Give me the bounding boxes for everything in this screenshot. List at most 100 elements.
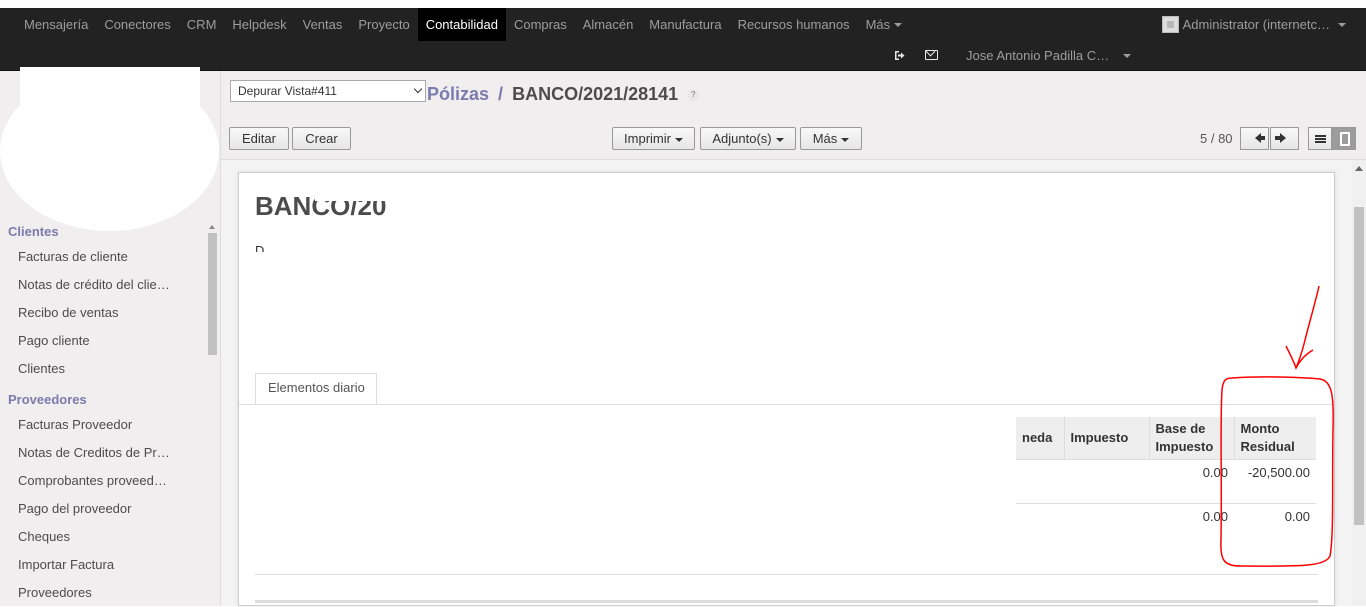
arrow-left-icon	[1254, 133, 1265, 143]
top-menu-item[interactable]: Helpdesk	[224, 8, 294, 41]
sidebar-item[interactable]: Pago cliente	[0, 327, 170, 355]
envelope-icon[interactable]	[925, 50, 938, 60]
breadcrumb-parent[interactable]: Pólizas	[427, 84, 489, 104]
scroll-up-icon[interactable]	[209, 225, 215, 229]
list-icon	[1315, 135, 1326, 143]
main-scrollbar[interactable]	[1352, 160, 1366, 606]
column-header[interactable]: Impuesto	[1063, 417, 1149, 459]
chevron-down-icon	[1338, 22, 1346, 27]
table-cell: 0.00	[1234, 502, 1316, 547]
sidebar-menu: Clientes Facturas de cliente Notas de créd…	[0, 219, 207, 607]
column-header[interactable]: Base de Impuesto	[1148, 417, 1234, 459]
table-cell	[1064, 458, 1149, 503]
top-menu-item[interactable]: Manufactura	[641, 8, 729, 41]
table-cell	[1064, 502, 1149, 547]
sidebar-item[interactable]: Cheques	[0, 523, 170, 551]
top-menu-item[interactable]: Ventas	[295, 8, 351, 41]
breadcrumb-current: BANCO/2021/28141	[512, 84, 679, 104]
table-cell: 0.00	[1149, 502, 1234, 547]
tab-journal-items[interactable]: Elementos diario	[255, 373, 377, 405]
sidebar-section-title[interactable]: Proveedores	[0, 389, 207, 411]
more-button[interactable]: Más	[800, 127, 862, 150]
column-header[interactable]: Monto Residual	[1233, 417, 1316, 459]
attachments-label: Adjunto(s)	[712, 131, 772, 146]
sidebar-item[interactable]: Comprobantes proveed…	[0, 467, 170, 495]
main-scroll-thumb[interactable]	[1354, 207, 1364, 525]
top-menu: Mensajería Conectores CRM Helpdesk Ventas Pro…	[16, 8, 903, 41]
user-avatar-icon	[1161, 16, 1179, 33]
sidebar-item[interactable]: Notas de crédito del clie…	[0, 271, 170, 299]
arrow-right-icon	[1274, 133, 1286, 143]
chevron-down-icon	[775, 137, 784, 142]
form-content: BANCO/2041 D Elementos diario neda Impue…	[221, 160, 1352, 606]
sidebar-item[interactable]: Proveedores	[0, 579, 170, 607]
breadcrumb-separator: /	[498, 84, 504, 104]
print-button[interactable]: Imprimir	[612, 127, 695, 150]
table-cell	[1016, 458, 1064, 503]
help-icon[interactable]: ?	[687, 89, 700, 102]
sidebar-item[interactable]: Pago del proveedor	[0, 495, 170, 523]
breadcrumb: Pólizas / BANCO/2021/28141 ?	[427, 84, 700, 105]
create-button[interactable]: Crear	[292, 127, 351, 150]
top-menu-item[interactable]: CRM	[179, 8, 225, 41]
sidebar-item[interactable]: Recibo de ventas	[0, 299, 170, 327]
top-menu-item[interactable]: Compras	[506, 8, 575, 41]
pager-previous-button[interactable]	[1240, 127, 1269, 150]
debug-view-select[interactable]: Depurar Vista#411	[230, 80, 426, 102]
company-name: Jose Antonio Padilla C…	[966, 47, 1110, 63]
more-label: Más	[812, 131, 838, 146]
print-label: Imprimir	[624, 131, 671, 146]
company-switcher[interactable]: Jose Antonio Padilla C…	[966, 48, 1131, 63]
top-menu-item[interactable]: Mensajería	[16, 8, 96, 41]
control-panel: Depurar Vista#411 Pólizas / BANCO/2021/2…	[221, 71, 1366, 160]
chevron-down-icon	[413, 84, 423, 94]
table-row[interactable]: 0.00 -20,500.00	[1016, 458, 1316, 503]
table-cell: -20,500.00	[1234, 458, 1316, 503]
sidebar-scrollbar[interactable]	[207, 221, 218, 606]
sidebar-item[interactable]: Facturas Proveedor	[0, 411, 170, 439]
top-menu-item[interactable]: Contabilidad	[417, 8, 506, 41]
debug-view-value: Depurar Vista#411	[238, 84, 337, 98]
top-menu-item[interactable]: Recursos humanos	[730, 8, 858, 41]
left-sidebar: Clientes Facturas de cliente Notas de créd…	[0, 67, 221, 607]
chevron-down-icon	[674, 137, 683, 142]
sidebar-item[interactable]: Notas de Creditos de Pr…	[0, 439, 170, 467]
scroll-up-icon[interactable]	[1355, 166, 1363, 171]
chevron-down-icon	[841, 137, 850, 142]
attachments-button[interactable]: Adjunto(s)	[700, 127, 796, 150]
pager-value[interactable]: 5 / 80	[1200, 131, 1233, 146]
top-menu-item[interactable]: Más	[858, 8, 899, 41]
form-icon	[1340, 132, 1350, 146]
chevron-down-icon	[1122, 54, 1131, 59]
form-view-button[interactable]	[1332, 127, 1356, 150]
sidebar-item[interactable]: Importar Factura	[0, 551, 170, 579]
top-menu-item[interactable]: Proyecto	[350, 8, 417, 41]
sidebar-item[interactable]: Facturas de cliente	[0, 243, 170, 271]
table-cell: 0.00	[1149, 458, 1234, 503]
pager-next-button[interactable]	[1270, 127, 1299, 150]
record-subtitle: D	[255, 243, 265, 252]
journal-items-table: neda Impuesto Base de Impuesto Monto Res…	[1016, 417, 1316, 547]
user-menu[interactable]: Administrator (internetc…	[1161, 8, 1346, 41]
user-name: Administrator (internetc…	[1182, 17, 1330, 32]
record-title: BANCO/2041	[255, 191, 505, 217]
table-cell	[1016, 502, 1064, 547]
table-row[interactable]: 0.00 0.00	[1016, 502, 1316, 547]
divider	[255, 574, 1318, 575]
logout-icon[interactable]	[894, 50, 905, 61]
table-header-row: neda Impuesto Base de Impuesto Monto Res…	[1016, 417, 1316, 459]
top-navbar: Mensajería Conectores CRM Helpdesk Ventas Pro…	[0, 8, 1366, 71]
list-view-button[interactable]	[1308, 127, 1332, 150]
top-menu-item[interactable]: Conectores	[96, 8, 178, 41]
sidebar-item[interactable]: Clientes	[0, 355, 170, 383]
top-menu-item[interactable]: Almacén	[575, 8, 642, 41]
edit-button[interactable]: Editar	[229, 127, 289, 150]
column-header[interactable]: neda	[1016, 417, 1064, 459]
chevron-down-icon	[894, 22, 903, 27]
sidebar-section-title[interactable]: Clientes	[0, 221, 207, 243]
sidebar-scroll-thumb[interactable]	[208, 233, 217, 355]
secondary-topbar: Jose Antonio Padilla C…	[894, 44, 1131, 66]
tab-divider	[239, 404, 1334, 405]
form-sheet: BANCO/2041 D Elementos diario neda Impue…	[238, 172, 1335, 606]
divider	[255, 600, 1318, 603]
